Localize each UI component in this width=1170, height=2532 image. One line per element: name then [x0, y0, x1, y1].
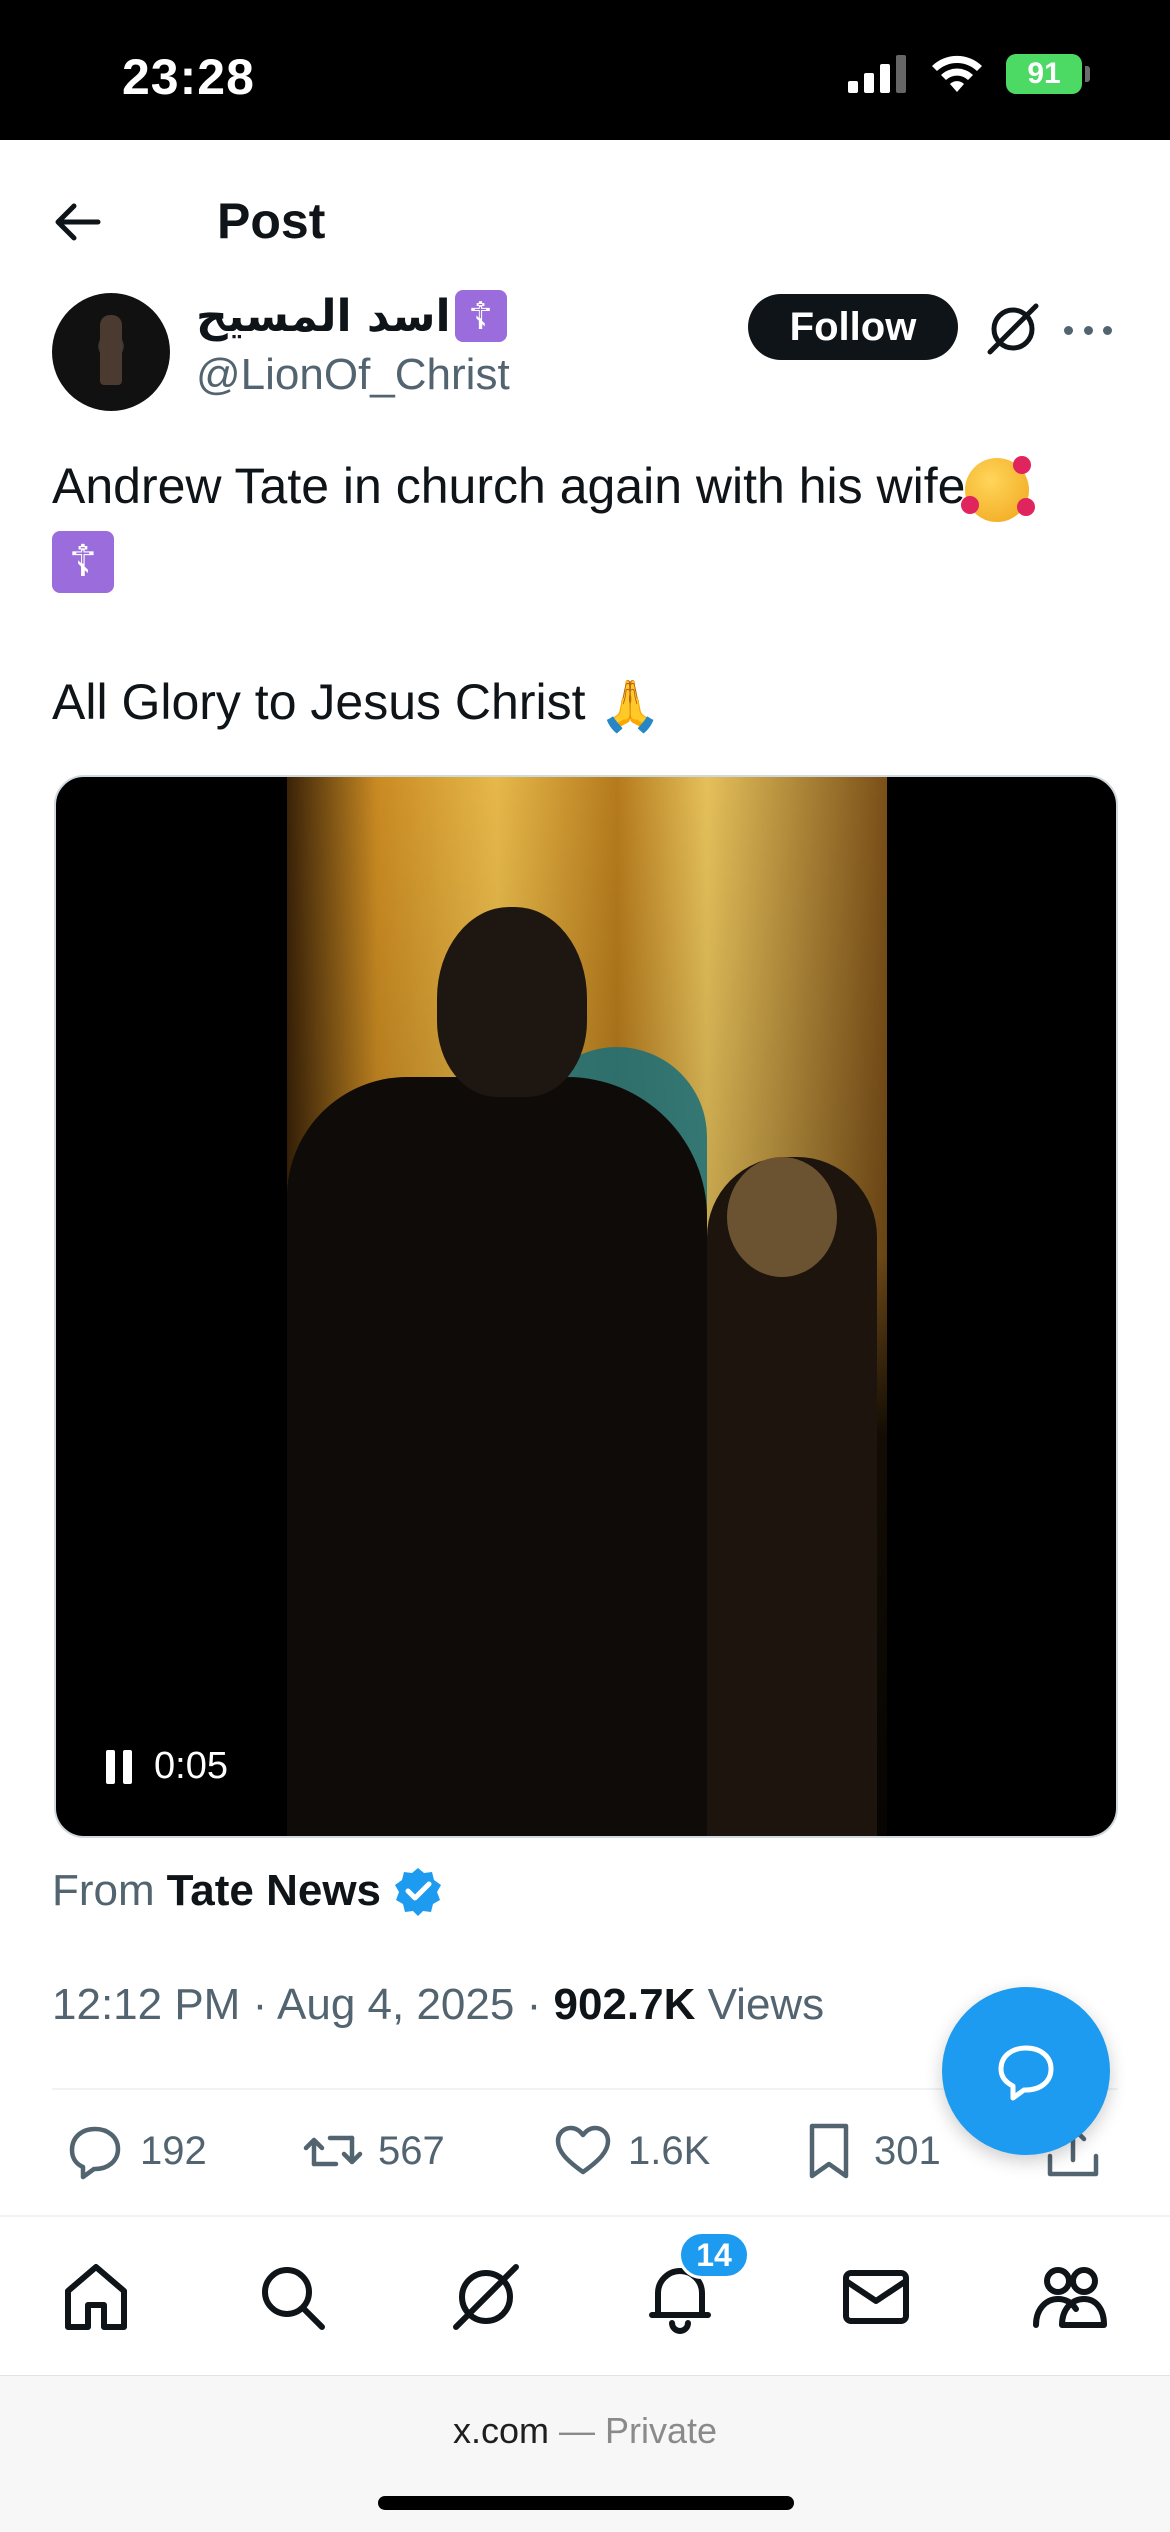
reply-icon	[69, 2126, 121, 2180]
post-author: اسد المسيح ☦ @LionOf_Christ Follow	[0, 290, 1170, 420]
post-date: Aug 4, 2025	[277, 1980, 515, 2029]
page-title: Post	[217, 193, 326, 249]
video-frame[interactable]	[287, 777, 887, 1836]
post-text-line-1: Andrew Tate in church again with his wif…	[52, 458, 966, 514]
like-count: 1.6K	[628, 2128, 711, 2173]
orthodox-cross-emoji-icon: ☦	[52, 530, 114, 593]
like-button[interactable]: 1.6K	[552, 2120, 710, 2182]
post-text-line-3: All Glory to Jesus Christ	[52, 674, 586, 730]
cellular-signal-icon	[848, 55, 906, 93]
video-controls: 0:05	[106, 1745, 228, 1788]
browser-bar: x.com — Private	[0, 2375, 1170, 2532]
status-icons: 91	[848, 54, 1090, 94]
battery-level: 91	[1006, 54, 1082, 94]
bookmark-icon	[809, 2123, 849, 2179]
praying-hands-icon: 🙏	[599, 677, 662, 734]
post-meta: 12:12 PM · Aug 4, 2025 · 902.7K Views	[52, 1980, 825, 2029]
status-bar: 23:28 91	[0, 0, 1170, 140]
smiling-face-with-hearts-icon	[961, 455, 1036, 522]
grok-icon	[453, 2264, 519, 2330]
reply-count: 192	[140, 2128, 207, 2173]
arrow-left-icon	[55, 203, 101, 241]
bottom-navigation: 14	[0, 2215, 1170, 2375]
author-name-line[interactable]: اسد المسيح ☦	[196, 290, 507, 342]
repost-count: 567	[378, 2128, 445, 2173]
home-icon	[65, 2264, 127, 2330]
heart-icon	[555, 2125, 611, 2175]
browser-domain: x.com	[452, 2410, 549, 2451]
nav-search[interactable]	[252, 2257, 332, 2337]
nav-notifications[interactable]: 14	[640, 2231, 750, 2337]
video-source: From Tate News	[52, 1866, 443, 1916]
bookmark-count: 301	[874, 2128, 941, 2173]
views-count: 902.7K	[553, 1980, 696, 2029]
author-handle[interactable]: @LionOf_Christ	[196, 350, 510, 400]
back-button[interactable]	[50, 194, 106, 250]
page-header: Post	[0, 140, 1170, 300]
chat-bubble-icon	[998, 2045, 1054, 2101]
views-label: Views	[707, 1980, 825, 2029]
avatar[interactable]	[52, 293, 170, 411]
video-player[interactable]: 0:05	[54, 775, 1118, 1838]
pause-icon[interactable]	[106, 1749, 132, 1784]
wifi-icon	[932, 55, 982, 92]
communities-icon	[1033, 2267, 1107, 2328]
grok-icon[interactable]	[984, 300, 1042, 358]
source-name[interactable]: Tate News	[167, 1866, 381, 1916]
post-text: Andrew Tate in church again with his wif…	[52, 450, 1122, 742]
verified-badge-icon	[395, 1868, 442, 1916]
source-prefix: From	[52, 1866, 155, 1915]
author-display-name[interactable]: اسد المسيح	[196, 291, 451, 342]
battery-icon: 91	[1006, 54, 1090, 94]
repost-button[interactable]: 567	[302, 2120, 445, 2182]
search-icon	[262, 2267, 325, 2330]
browser-private-mode: — Private	[558, 2410, 718, 2451]
orthodox-cross-icon: ☦	[454, 290, 507, 342]
home-indicator[interactable]	[378, 2496, 794, 2510]
video-time: 0:05	[154, 1745, 228, 1787]
nav-home[interactable]	[56, 2257, 136, 2337]
nav-messages[interactable]	[836, 2257, 916, 2337]
more-options-icon[interactable]	[1064, 310, 1112, 350]
compose-reply-button[interactable]	[942, 1987, 1110, 2155]
reply-button[interactable]: 192	[64, 2120, 207, 2182]
browser-url[interactable]: x.com — Private	[0, 2410, 1170, 2452]
bookmark-button[interactable]: 301	[798, 2120, 941, 2182]
repost-icon	[303, 2135, 363, 2167]
nav-grok[interactable]	[446, 2257, 526, 2337]
nav-communities[interactable]	[1030, 2257, 1110, 2337]
notifications-badge: 14	[678, 2231, 750, 2279]
mail-icon	[843, 2270, 909, 2324]
post-time: 12:12 PM	[52, 1980, 241, 2029]
status-time: 23:28	[122, 49, 255, 105]
follow-button[interactable]: Follow	[748, 294, 958, 360]
